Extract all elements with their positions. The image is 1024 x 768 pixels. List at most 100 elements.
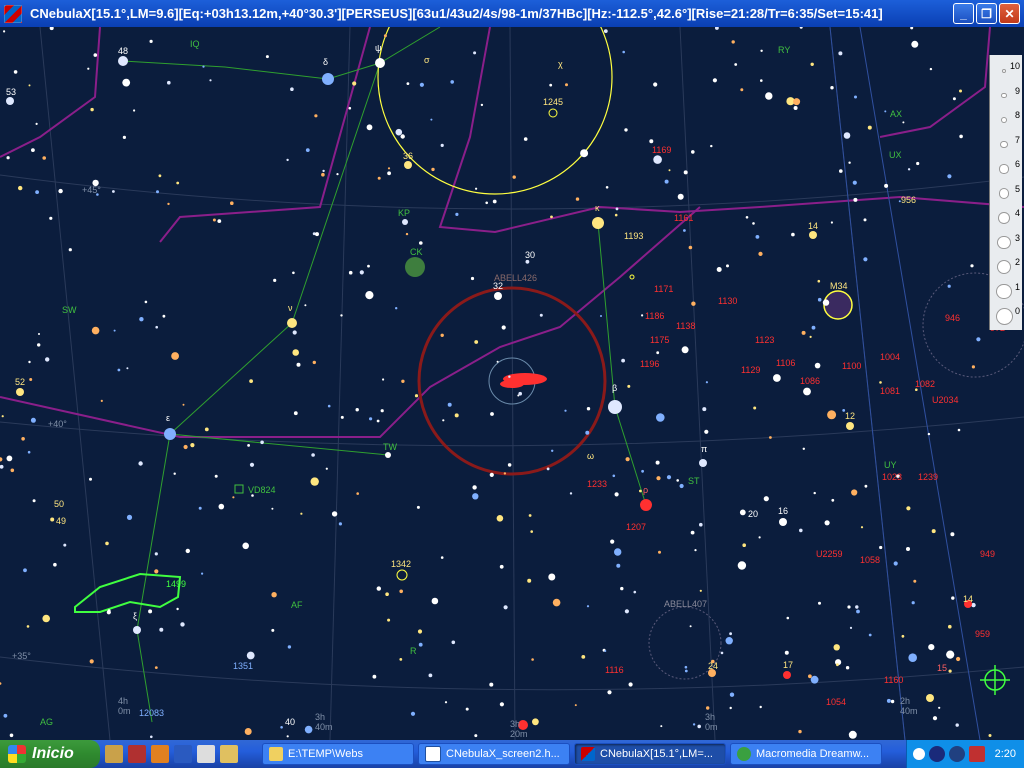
star[interactable] — [824, 520, 830, 526]
star[interactable] — [387, 171, 391, 176]
star[interactable] — [440, 333, 444, 337]
star[interactable] — [260, 440, 264, 445]
star[interactable] — [440, 143, 444, 147]
star[interactable] — [847, 605, 851, 609]
star[interactable] — [864, 484, 868, 488]
star[interactable] — [868, 633, 872, 637]
star[interactable] — [605, 186, 609, 189]
star[interactable] — [879, 381, 882, 384]
star[interactable] — [249, 462, 255, 467]
star[interactable] — [385, 592, 389, 596]
star[interactable] — [63, 543, 67, 547]
star[interactable] — [988, 734, 992, 737]
star[interactable] — [653, 155, 662, 164]
star[interactable] — [580, 149, 589, 158]
star[interactable] — [760, 49, 763, 52]
star[interactable] — [901, 634, 905, 638]
star[interactable] — [641, 469, 644, 473]
star[interactable] — [414, 394, 419, 398]
star[interactable] — [475, 187, 478, 190]
star[interactable] — [154, 666, 158, 669]
star[interactable] — [122, 78, 131, 87]
star[interactable] — [89, 477, 92, 481]
star[interactable] — [684, 665, 688, 669]
star[interactable] — [928, 644, 935, 651]
star[interactable] — [827, 410, 837, 420]
star[interactable] — [666, 475, 672, 480]
star[interactable] — [690, 530, 695, 535]
bright-star[interactable] — [640, 499, 652, 511]
star[interactable] — [286, 735, 289, 738]
quick-launch-icon[interactable] — [220, 745, 238, 763]
star[interactable] — [406, 82, 410, 85]
star[interactable] — [649, 139, 654, 144]
star[interactable] — [356, 492, 360, 495]
star[interactable] — [546, 467, 550, 471]
bright-star[interactable] — [779, 518, 787, 526]
star[interactable] — [860, 526, 864, 529]
star[interactable] — [600, 315, 602, 317]
star[interactable] — [37, 343, 41, 347]
star[interactable] — [431, 597, 439, 605]
star[interactable] — [848, 161, 851, 164]
star[interactable] — [906, 506, 911, 511]
star[interactable] — [230, 201, 234, 205]
star[interactable] — [753, 406, 757, 410]
star[interactable] — [244, 728, 252, 735]
star[interactable] — [849, 626, 853, 630]
star[interactable] — [959, 89, 962, 93]
star[interactable] — [470, 276, 475, 281]
star[interactable] — [89, 659, 94, 664]
star[interactable] — [58, 188, 63, 194]
star[interactable] — [610, 539, 615, 544]
star[interactable] — [970, 264, 974, 268]
star[interactable] — [512, 175, 516, 179]
star[interactable] — [622, 50, 625, 54]
star[interactable] — [167, 202, 170, 206]
star[interactable] — [745, 216, 749, 219]
star[interactable] — [947, 284, 951, 288]
star[interactable] — [581, 655, 586, 659]
star[interactable] — [890, 699, 895, 704]
star[interactable] — [564, 409, 567, 412]
star[interactable] — [575, 197, 580, 201]
star[interactable] — [616, 563, 621, 568]
star[interactable] — [907, 168, 911, 171]
star[interactable] — [499, 702, 504, 707]
star[interactable] — [814, 362, 821, 369]
star[interactable] — [290, 87, 294, 91]
star[interactable] — [656, 413, 665, 422]
star[interactable] — [417, 629, 423, 634]
star[interactable] — [310, 477, 319, 486]
star[interactable] — [0, 457, 3, 462]
star[interactable] — [395, 307, 398, 310]
star[interactable] — [28, 360, 31, 364]
target-crosshair-icon[interactable] — [980, 665, 1010, 695]
star[interactable] — [90, 107, 94, 112]
star[interactable] — [27, 450, 31, 454]
star[interactable] — [793, 106, 798, 110]
bright-star[interactable] — [385, 452, 391, 458]
star[interactable] — [18, 185, 23, 191]
star[interactable] — [280, 726, 283, 729]
star[interactable] — [6, 156, 10, 160]
star[interactable] — [247, 444, 251, 447]
star[interactable] — [755, 235, 760, 239]
task-dreamweaver[interactable]: Macromedia Dreamw... — [730, 743, 882, 765]
star[interactable] — [180, 622, 185, 627]
star[interactable] — [246, 651, 255, 660]
star[interactable] — [691, 301, 696, 306]
star[interactable] — [117, 368, 121, 372]
star[interactable] — [501, 325, 506, 330]
star[interactable] — [739, 509, 746, 516]
star[interactable] — [314, 114, 318, 118]
star[interactable] — [839, 169, 843, 173]
star[interactable] — [380, 409, 384, 413]
star[interactable] — [802, 447, 805, 450]
star[interactable] — [35, 190, 39, 195]
star[interactable] — [0, 464, 4, 469]
star[interactable] — [292, 349, 300, 356]
quick-launch-icon[interactable] — [197, 745, 215, 763]
maximize-button[interactable]: ❐ — [976, 3, 997, 24]
star[interactable] — [683, 229, 686, 232]
